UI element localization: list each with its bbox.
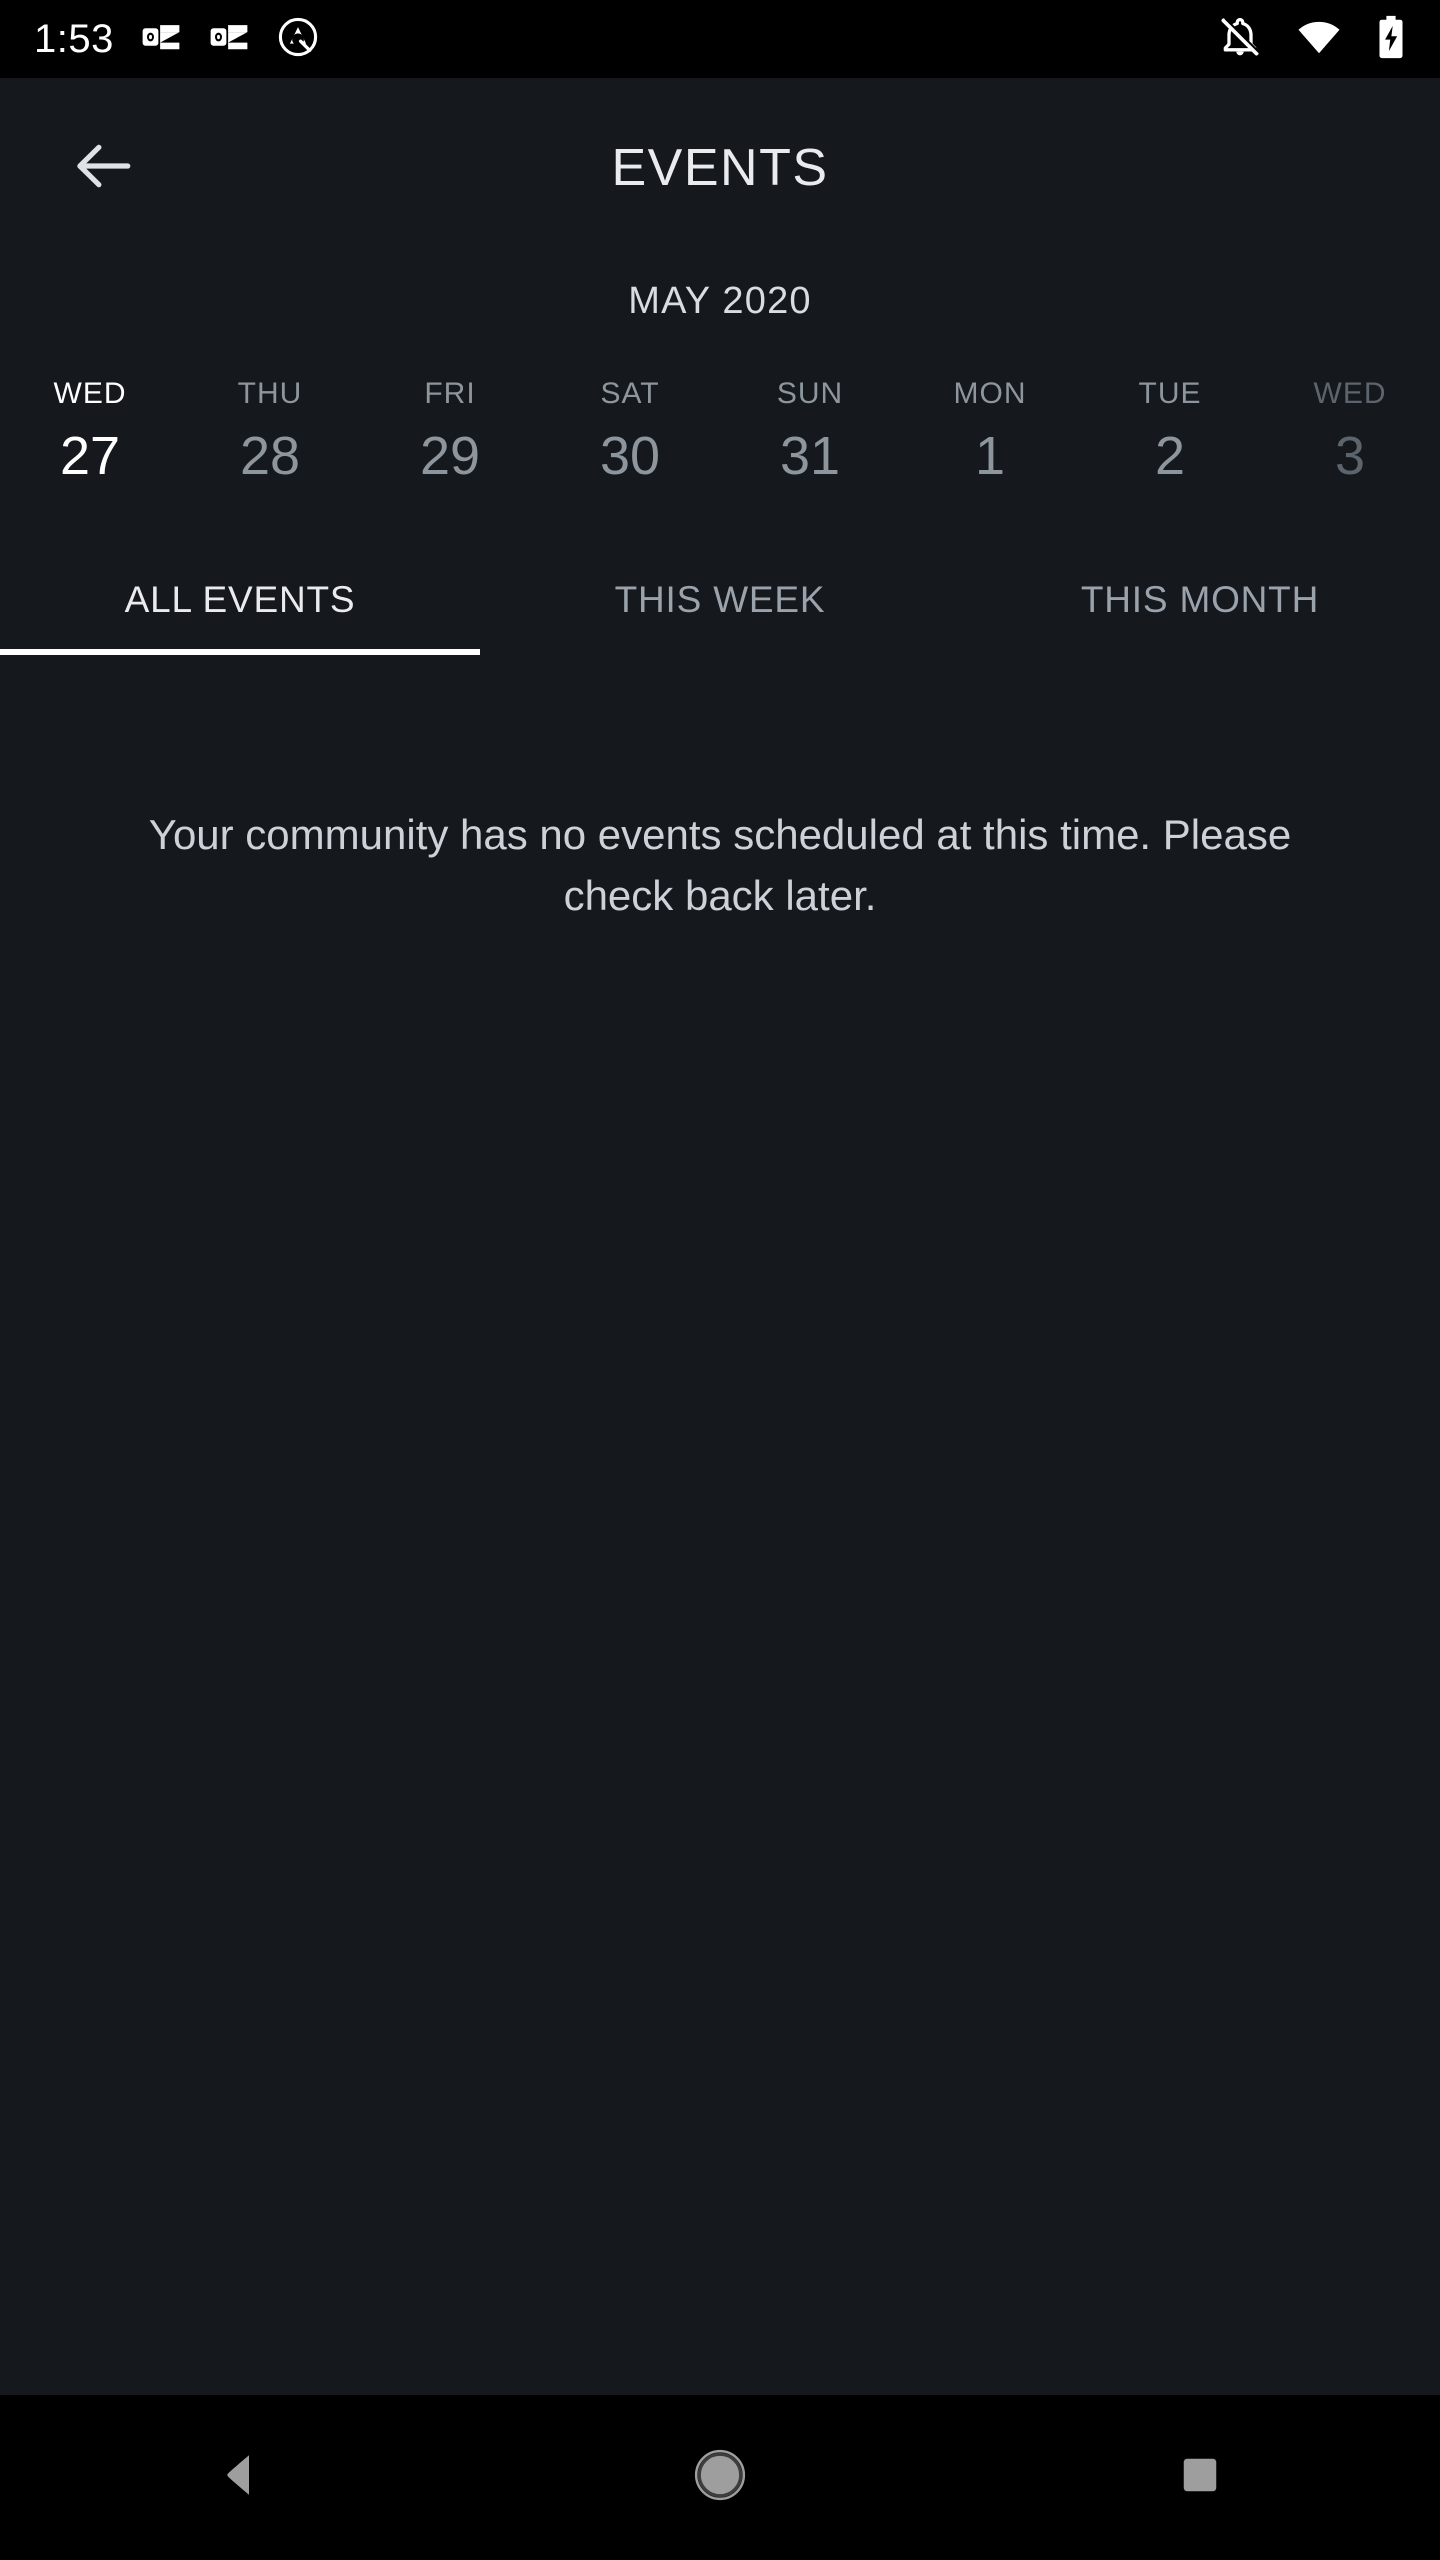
nav-back-icon <box>213 2448 267 2507</box>
status-bar-right <box>1218 14 1406 65</box>
status-bar: 1:53 <box>0 0 1440 78</box>
date-cell[interactable]: WED 3 <box>1260 377 1440 486</box>
date-cell-dow: TUE <box>1138 377 1202 410</box>
date-cell-dow: SUN <box>776 377 844 410</box>
tab-this-week[interactable]: THIS WEEK <box>480 561 960 655</box>
android-navigation-bar <box>0 2395 1440 2560</box>
date-cell-dow: SAT <box>600 377 660 410</box>
date-cell-number: 27 <box>59 426 121 486</box>
date-cell[interactable]: SAT 30 <box>540 377 720 486</box>
nav-recents-button[interactable] <box>960 2450 1440 2505</box>
date-cell[interactable]: FRI 29 <box>360 377 540 486</box>
date-cell-number: 30 <box>599 426 661 486</box>
date-cell-number: 28 <box>239 426 301 486</box>
date-cell-dow: MON <box>953 377 1027 410</box>
page-title: EVENTS <box>611 139 829 197</box>
date-cell[interactable]: THU 28 <box>180 377 360 486</box>
back-arrow-icon <box>70 133 136 204</box>
nav-recents-icon <box>1175 2450 1225 2505</box>
date-cell[interactable]: MON 1 <box>900 377 1080 486</box>
battery-charging-icon <box>1376 14 1406 65</box>
date-cell[interactable]: SUN 31 <box>720 377 900 486</box>
date-cell-number: 2 <box>1154 426 1186 486</box>
date-strip[interactable]: WED 27 THU 28 FRI 29 SAT 30 SUN 31 MON 1… <box>0 323 1440 486</box>
date-cell[interactable]: TUE 2 <box>1080 377 1260 486</box>
date-cell-number: 29 <box>419 426 481 486</box>
wifi-icon <box>1296 14 1342 65</box>
tab-active-indicator <box>0 649 480 655</box>
date-cell-dow: FRI <box>424 377 476 410</box>
month-row: MAY 2020 <box>0 258 1440 323</box>
date-cell[interactable]: WED 27 <box>0 377 180 486</box>
events-list-container: Your community has no events scheduled a… <box>0 655 1440 2395</box>
month-label: MAY 2020 <box>628 280 812 322</box>
nav-home-button[interactable] <box>480 2448 960 2507</box>
nav-home-icon <box>693 2448 747 2507</box>
date-cell-number: 1 <box>974 426 1006 486</box>
back-button[interactable] <box>48 113 158 223</box>
tab-bar: ALL EVENTS THIS WEEK THIS MONTH <box>0 561 1440 655</box>
outlook-notification-icon <box>208 16 250 63</box>
nav-back-button[interactable] <box>0 2448 480 2507</box>
android-q-logo-icon <box>276 15 320 64</box>
date-cell-dow: WED <box>53 377 127 410</box>
app-bar: EVENTS <box>0 78 1440 258</box>
empty-state-message: Your community has no events scheduled a… <box>148 811 1292 919</box>
app-screen: 1:53 EVENTS MAY 2020 WED 27 THU 28 FRI 2… <box>0 0 1440 2560</box>
tab-this-month[interactable]: THIS MONTH <box>960 561 1440 655</box>
date-cell-dow: WED <box>1313 377 1387 410</box>
date-cell-number: 3 <box>1334 426 1366 486</box>
tab-all-events[interactable]: ALL EVENTS <box>0 561 480 655</box>
status-bar-clock: 1:53 <box>34 16 114 61</box>
date-cell-number: 31 <box>779 426 841 486</box>
outlook-notification-icon <box>140 16 182 63</box>
date-cell-dow: THU <box>237 377 303 410</box>
status-bar-left: 1:53 <box>34 15 320 64</box>
notifications-muted-icon <box>1218 15 1262 64</box>
